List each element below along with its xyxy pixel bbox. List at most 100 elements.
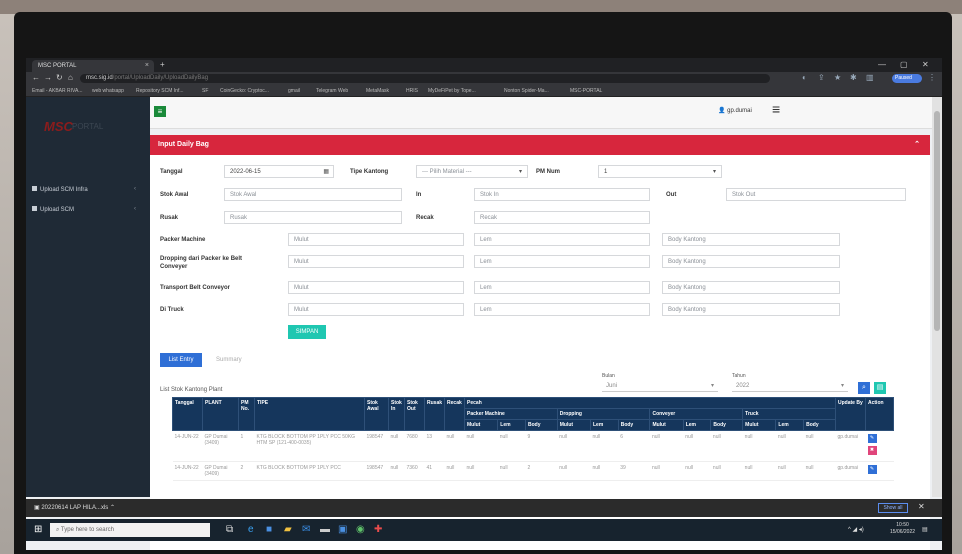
rusak-input[interactable]: Rusak [224, 211, 402, 224]
back-icon[interactable]: ← [32, 73, 40, 82]
close-downloads-icon[interactable]: ✕ [918, 502, 925, 511]
user-menu[interactable]: 👤 gp.dumai [718, 107, 752, 114]
scrollbar-thumb[interactable] [934, 111, 940, 331]
bookmark-star-icon[interactable]: ★ [834, 73, 841, 82]
bookmark-item[interactable]: Email - AKBAR RIVA... [32, 88, 82, 94]
mail-icon[interactable]: ✉ [302, 524, 310, 535]
reload-icon[interactable]: ↻ [56, 73, 63, 82]
cell-value: null [775, 430, 804, 462]
bookmark-item[interactable]: Nonton Spider-Ma... [504, 88, 549, 94]
url-host: msc.sig.id [86, 75, 113, 81]
lem-placeholder: Lem [480, 237, 492, 243]
tab-summary[interactable]: Summary [216, 357, 242, 363]
tahun-select[interactable]: 2022 ▾ [732, 381, 848, 392]
panel-title: Input Daily Bag [158, 141, 209, 148]
edit-icon[interactable]: ✎ [867, 434, 877, 443]
page-scrollbar[interactable] [932, 97, 942, 497]
download-item[interactable]: ▣ 20220614 LAP HILA...xls ⌃ [34, 504, 115, 511]
bookmark-item[interactable]: gmail [288, 88, 300, 94]
hamburger-icon[interactable]: ≡ [772, 101, 780, 117]
bookmarks-bar: Email - AKBAR RIVA... web whatsapp Repos… [26, 85, 942, 97]
transport-mulut-input[interactable]: Mulut [288, 281, 464, 294]
bookmark-item[interactable]: SF [202, 88, 208, 94]
packer-body-input[interactable]: Body Kantong [662, 233, 840, 246]
tab-title: MSC PORTAL [38, 63, 77, 69]
edit-icon[interactable]: ✎ [867, 465, 877, 474]
pm-num-select[interactable]: 1 ▾ [598, 165, 722, 178]
browser-menu-icon[interactable]: ⋮ [928, 73, 936, 82]
taskbar-clock[interactable]: 10:50 15/06/2022 [890, 522, 915, 536]
forward-icon[interactable]: → [44, 73, 52, 82]
truck-body-input[interactable]: Body Kantong [662, 303, 840, 316]
new-tab-icon[interactable]: + [160, 60, 165, 69]
file-explorer-icon[interactable]: ▰ [284, 524, 292, 535]
bookmark-item[interactable]: MyDeFiPet by Tope... [428, 88, 476, 94]
tab-list-entry[interactable]: List Entry [160, 353, 202, 367]
tab-close-icon[interactable]: × [145, 62, 149, 69]
close-window-icon[interactable]: ✕ [922, 60, 929, 69]
profile-button[interactable]: Paused [892, 74, 922, 83]
th-mulut: Mulut [742, 419, 777, 431]
toggle-sidebar-button[interactable]: ≡ [154, 106, 166, 117]
address-bar[interactable]: msc.sig.id/portal/UploadDaily/UploadDail… [80, 74, 770, 83]
stok-in-input[interactable]: Stok In [474, 188, 650, 201]
dropping-mulut-input[interactable]: Mulut [288, 255, 464, 268]
edge-icon[interactable]: e [248, 524, 254, 535]
export-button[interactable]: ▤ [874, 382, 886, 394]
system-tray[interactable]: ^ ◢ ◂) [848, 526, 864, 533]
th-recak: Recak [444, 397, 466, 431]
taskbar-search[interactable]: ⌕ Type here to search [50, 523, 210, 537]
maximize-icon[interactable]: ▢ [900, 60, 908, 69]
packer-machine-label: Packer Machine [160, 237, 206, 243]
dropping-lem-input[interactable]: Lem [474, 255, 650, 268]
minimize-icon[interactable]: — [878, 60, 886, 69]
task-view-icon[interactable]: ⧉ [226, 524, 233, 535]
windows-start-icon[interactable]: ⊞ [34, 524, 42, 535]
search-button[interactable]: ⌕ [858, 382, 870, 394]
sidebar-item-upload-scm[interactable]: Upload SCM ‹ [32, 206, 144, 218]
stok-awal-input[interactable]: Stok Awal [224, 188, 402, 201]
transport-lem-input[interactable]: Lem [474, 281, 650, 294]
show-all-button[interactable]: Show all [878, 503, 908, 513]
bookmark-item[interactable]: MSC-PORTAL [570, 88, 602, 94]
stok-out-input[interactable]: Stok Out [726, 188, 906, 201]
browser-tab[interactable]: MSC PORTAL × [32, 60, 154, 72]
tanggal-input[interactable]: 2022-06-15 ▦ [224, 165, 334, 178]
bookmark-item[interactable]: CoinGecko: Cryptoc... [220, 88, 269, 94]
sidebar-item-upload-scm-infra[interactable]: Upload SCM Infra ‹ [32, 186, 144, 198]
packer-lem-input[interactable]: Lem [474, 233, 650, 246]
delete-icon[interactable]: ✖ [867, 446, 877, 455]
app-icon[interactable]: ▬ [320, 524, 330, 535]
bulan-select[interactable]: Juni ▾ [602, 381, 718, 392]
screen: MSC PORTAL × + — ▢ ✕ ← → ↻ ⌂ msc.sig.id/… [26, 58, 942, 550]
save-button[interactable]: SIMPAN [288, 325, 326, 339]
cell-update-by: gp.dumai [835, 430, 866, 462]
notifications-icon[interactable]: ▤ [922, 526, 928, 533]
sidepanel-icon[interactable]: ▥ [866, 73, 874, 82]
extensions-puzzle-icon[interactable]: ✱ [850, 73, 857, 82]
truck-lem-input[interactable]: Lem [474, 303, 650, 316]
bookmark-item[interactable]: MetaMask [366, 88, 389, 94]
recak-input[interactable]: Recak [474, 211, 650, 224]
dropping-body-input[interactable]: Body Kantong [662, 255, 840, 268]
share-icon[interactable]: ⇪ [818, 73, 825, 82]
cell-value: null [710, 461, 743, 481]
chrome-icon[interactable]: ◉ [356, 524, 365, 535]
tipe-kantong-select[interactable]: --- Pilih Material --- ▾ [416, 165, 528, 178]
bookmark-item[interactable]: Repository SCM Inf... [136, 88, 184, 94]
bookmark-item[interactable]: Telegram Web [316, 88, 348, 94]
transport-body-input[interactable]: Body Kantong [662, 281, 840, 294]
bookmark-item[interactable]: HRIS [406, 88, 418, 94]
packer-mulut-input[interactable]: Mulut [288, 233, 464, 246]
extension-icon[interactable]: ◐ [802, 73, 807, 82]
home-icon[interactable]: ⌂ [68, 73, 73, 82]
cell-action: ✎ ✖ [865, 430, 894, 462]
app-icon[interactable]: ✚ [374, 524, 382, 535]
store-icon[interactable]: ■ [266, 524, 272, 535]
cell-update-by: gp.dumai [835, 461, 866, 481]
truck-mulut-input[interactable]: Mulut [288, 303, 464, 316]
app-icon[interactable]: ▣ [338, 524, 347, 535]
bookmark-item[interactable]: web whatsapp [92, 88, 124, 94]
collapse-icon[interactable]: ⌃ [914, 140, 920, 148]
calendar-icon[interactable]: ▦ [323, 168, 329, 175]
